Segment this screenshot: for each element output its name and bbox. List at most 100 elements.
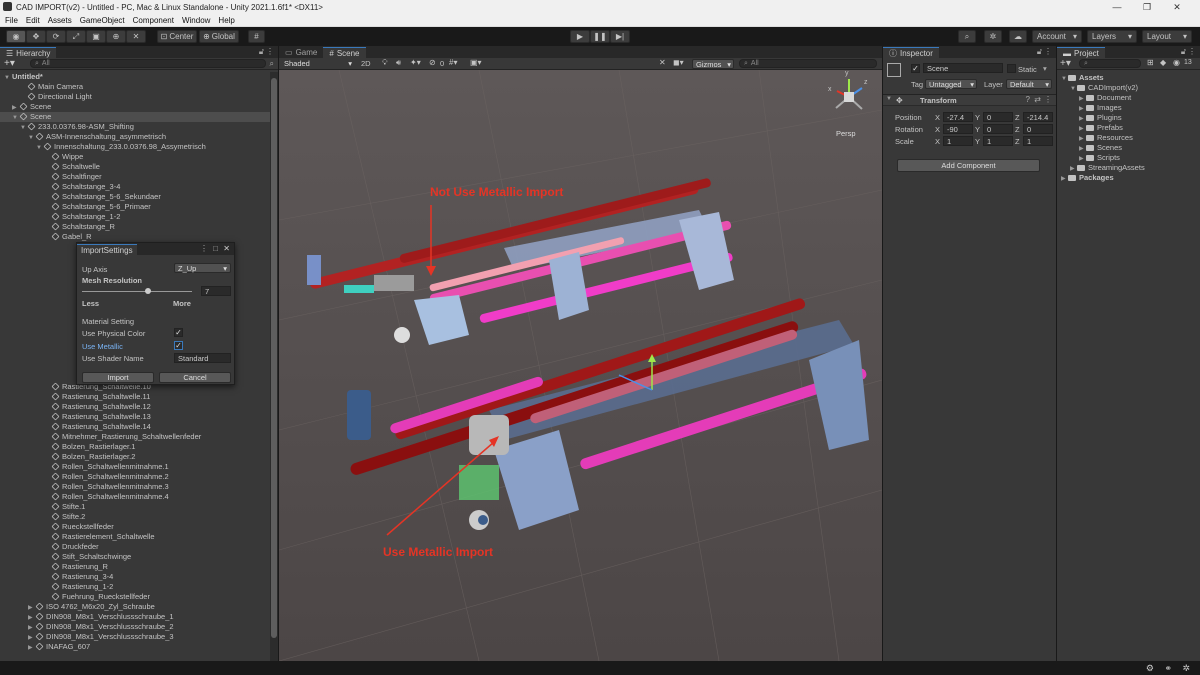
kebab-menu-icon[interactable]: ⋮	[1188, 47, 1196, 56]
shading-mode-dropdown[interactable]: Shaded ▾	[281, 59, 355, 69]
grid-snap-icon[interactable]: #	[248, 30, 265, 43]
hierarchy-row[interactable]: Schaltstange_1-2	[0, 212, 270, 222]
rotation-z-field[interactable]: 0	[1023, 124, 1053, 134]
kebab-menu-icon[interactable]: ⋮	[200, 244, 208, 253]
use-physical-color-checkbox[interactable]: ✓	[174, 328, 183, 337]
hierarchy-row[interactable]: Gabel_R	[0, 232, 270, 242]
hierarchy-row[interactable]: Wippe	[0, 152, 270, 162]
kebab-menu-icon[interactable]: ⋮	[1044, 95, 1052, 104]
mesh-resolution-field[interactable]: 7	[201, 286, 231, 296]
hierarchy-row[interactable]: Rastierung_Schaltwelle.13	[0, 412, 270, 422]
mode-2d-toggle[interactable]: 2D	[361, 59, 371, 68]
project-folder-row[interactable]: ▶ Resources	[1059, 133, 1200, 143]
up-axis-dropdown[interactable]: Z_Up ▾	[174, 263, 231, 273]
tab-hierarchy[interactable]: ☰ Hierarchy	[0, 47, 57, 58]
project-folder-row[interactable]: ▶ Packages	[1059, 173, 1200, 183]
minimize-button[interactable]: —	[1102, 0, 1132, 14]
position-x-field[interactable]: -27.4	[943, 112, 973, 122]
mesh-resolution-slider-track[interactable]	[82, 291, 192, 292]
hierarchy-row[interactable]: Bolzen_Rastierlager.2	[0, 452, 270, 462]
hierarchy-row[interactable]: Schaltstange_3-4	[0, 182, 270, 192]
project-folder-row[interactable]: ▶ Plugins	[1059, 113, 1200, 123]
active-checkbox[interactable]: ✓	[911, 64, 920, 73]
hierarchy-row[interactable]: ▶ DIN908_M8x1_Verschlussschraube_3	[0, 632, 270, 642]
position-y-field[interactable]: 0	[983, 112, 1013, 122]
hierarchy-row[interactable]: Main Camera	[0, 82, 270, 92]
orientation-gizmo[interactable]: y x z	[824, 70, 874, 133]
layer-dropdown[interactable]: Default ▾	[1006, 79, 1052, 89]
lock-icon[interactable]: 🔓︎	[1181, 47, 1186, 57]
pivot-center-button[interactable]: ⊡ Center	[157, 30, 197, 43]
tab-import-settings[interactable]: ImportSettings	[77, 244, 137, 255]
collab-icon[interactable]: ✲	[984, 30, 1002, 43]
menu-assets[interactable]: Assets	[48, 16, 72, 25]
rotate-tool-icon[interactable]: ⟳	[46, 30, 66, 43]
hierarchy-row[interactable]: Rastierung_R	[0, 562, 270, 572]
audio-icon[interactable]: 🔊︎	[396, 58, 401, 68]
tab-scene[interactable]: # Scene	[323, 47, 366, 58]
hierarchy-row[interactable]: ▼ Scene	[0, 112, 270, 122]
hierarchy-row[interactable]: Rollen_Schaltwellenmitnahme.2	[0, 472, 270, 482]
hierarchy-row[interactable]: ▶ Scene	[0, 102, 270, 112]
account-dropdown[interactable]: Account ▾	[1032, 30, 1082, 43]
rotation-y-field[interactable]: 0	[983, 124, 1013, 134]
filter-label-icon[interactable]: ◆	[1160, 58, 1166, 67]
project-folder-row[interactable]: ▶ Document	[1059, 93, 1200, 103]
collab-status-icon[interactable]: ⚭	[1164, 663, 1172, 674]
project-folder-row[interactable]: ▶ Images	[1059, 103, 1200, 113]
hierarchy-row[interactable]: ▶ DIN908_M8x1_Verschlussschraube_1	[0, 612, 270, 622]
hierarchy-row[interactable]: Rollen_Schaltwellenmitnahme.3	[0, 482, 270, 492]
expand-down-icon[interactable]: ▼	[1070, 84, 1077, 94]
cloud-icon[interactable]: ☁	[1009, 30, 1027, 43]
project-folder-row[interactable]: ▶ StreamingAssets	[1059, 163, 1200, 173]
cancel-button[interactable]: Cancel	[159, 372, 231, 383]
hierarchy-row[interactable]: ▶ DIN908_M8x1_Verschlussschraube_2	[0, 622, 270, 632]
layout-dropdown[interactable]: Layout ▾	[1142, 30, 1192, 43]
hierarchy-row[interactable]: Rastierung_Schaltwelle.11	[0, 392, 270, 402]
mesh-resolution-slider-thumb[interactable]	[145, 288, 151, 294]
static-checkbox[interactable]	[1007, 64, 1016, 73]
view-tool-icon[interactable]: ◉	[6, 30, 26, 43]
hierarchy-row[interactable]: Mitnehmer_Rastierung_Schaltwellenfeder	[0, 432, 270, 442]
lock-icon[interactable]: 🔓︎	[1037, 47, 1042, 57]
create-plus-icon[interactable]: +▾	[4, 58, 15, 69]
effects-icon[interactable]: ✦▾	[410, 58, 421, 67]
hierarchy-row[interactable]: Fuehrung_Rueckstellfeder	[0, 592, 270, 602]
pause-button[interactable]: ❚❚	[590, 30, 610, 43]
hierarchy-row[interactable]: ▶ ISO 4762_M6x20_Zyl_Schraube	[0, 602, 270, 612]
hierarchy-row[interactable]: Rastierelement_Schaltwelle	[0, 532, 270, 542]
hierarchy-search-input[interactable]: ⌕ All	[30, 59, 266, 68]
hierarchy-row[interactable]: Directional Light	[0, 92, 270, 102]
preset-icon[interactable]: ⇄	[1034, 95, 1041, 104]
close-button[interactable]: ✕	[1162, 0, 1192, 14]
hierarchy-row[interactable]: Stift_Schaltschwinge	[0, 552, 270, 562]
object-name-field[interactable]: Scene	[923, 63, 1003, 73]
chevron-down-icon[interactable]: ▾	[1043, 64, 1047, 73]
hierarchy-row[interactable]: Bolzen_Rastierlager.1	[0, 442, 270, 452]
create-plus-icon[interactable]: +▾	[1060, 58, 1071, 69]
hierarchy-row[interactable]: ▼ Innenschaltung_233.0.0376.98_Assymetris…	[0, 142, 270, 152]
menu-help[interactable]: Help	[218, 16, 234, 25]
project-folder-row[interactable]: ▼ CADImport(v2)	[1059, 83, 1200, 93]
expand-down-icon[interactable]: ▼	[1061, 74, 1068, 84]
tools-icon[interactable]: ✕	[659, 58, 666, 67]
rect-tool-icon[interactable]: ▣	[86, 30, 106, 43]
hierarchy-row[interactable]: Rollen_Schaltwellenmitnahme.4	[0, 492, 270, 502]
tab-inspector[interactable]: ⓘ Inspector	[883, 47, 939, 58]
grid-toggle-icon[interactable]: #▾	[449, 58, 457, 67]
scene-search-input[interactable]: ⌕ All	[739, 59, 877, 68]
hierarchy-scrollbar[interactable]	[270, 72, 278, 661]
maximize-icon[interactable]: □	[213, 244, 218, 253]
rotation-x-field[interactable]: -90	[943, 124, 973, 134]
move-tool-icon[interactable]: ✥	[26, 30, 46, 43]
bug-icon[interactable]: ✲	[1182, 663, 1190, 674]
hierarchy-row[interactable]: Rollen_Schaltwellenmitnahme.1	[0, 462, 270, 472]
search-icon[interactable]: ⌕	[958, 30, 976, 43]
hidden-packages-icon[interactable]: ◉	[1173, 58, 1180, 67]
menu-component[interactable]: Component	[133, 16, 174, 25]
import-button[interactable]: Import	[82, 372, 154, 383]
help-icon[interactable]: ?	[1026, 95, 1030, 104]
hierarchy-row[interactable]: Schaltstange_5-6_Primaer	[0, 202, 270, 212]
cache-server-icon[interactable]: ⚙	[1146, 663, 1154, 674]
menu-file[interactable]: File	[5, 16, 18, 25]
